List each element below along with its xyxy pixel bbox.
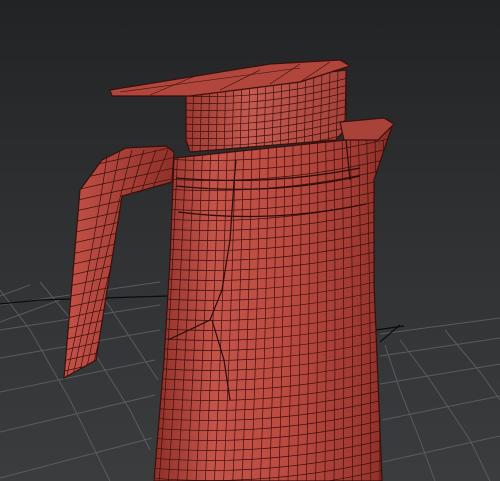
viewport-canvas[interactable] — [0, 0, 500, 481]
3d-viewport[interactable] — [0, 0, 500, 481]
pitcher-body — [153, 121, 393, 481]
